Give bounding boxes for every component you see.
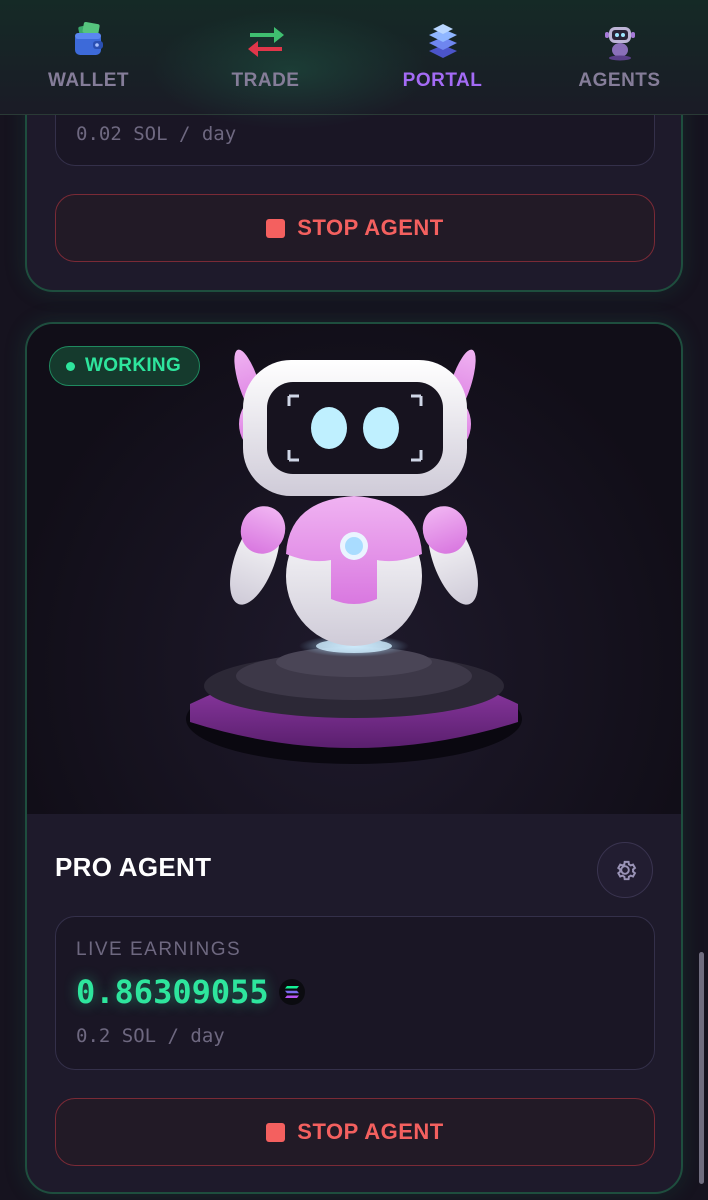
live-earnings-label: LIVE EARNINGS — [76, 939, 242, 960]
nav-tab-trade[interactable]: TRADE — [177, 0, 354, 114]
status-badge: WORKING — [49, 346, 201, 386]
scrollbar-thumb[interactable] — [699, 952, 704, 1184]
earnings-rate: 0.2 SOL / day — [76, 1025, 225, 1047]
nav-label-portal: PORTAL — [402, 70, 483, 91]
agent-hero-image: WORKING — [27, 324, 681, 814]
earnings-row: 0.86309055 — [76, 973, 305, 1011]
nav-tab-portal[interactable]: PORTAL — [354, 0, 531, 114]
agent-card-pro: WORKING PRO AGENT LIVE EARNINGS 0.863090… — [25, 322, 683, 1194]
nav-label-agents: AGENTS — [578, 70, 661, 91]
stop-agent-button[interactable]: STOP AGENT — [55, 194, 655, 262]
earnings-rate: 0.02 SOL / day — [76, 123, 237, 145]
stop-agent-label: STOP AGENT — [297, 215, 444, 240]
nav-tab-wallet[interactable]: WALLET — [0, 0, 177, 114]
stop-agent-button[interactable]: STOP AGENT — [55, 1098, 655, 1166]
agent-settings-button[interactable] — [597, 842, 653, 898]
stop-icon — [266, 1122, 286, 1142]
wallet-icon — [68, 20, 110, 62]
solana-icon — [278, 979, 305, 1005]
layers-icon — [422, 20, 464, 62]
stop-agent-label: STOP AGENT — [297, 1119, 444, 1144]
agent-name: PRO AGENT — [55, 852, 212, 882]
status-dot — [66, 361, 75, 371]
robot-icon — [599, 20, 641, 62]
live-earnings-box: LIVE EARNINGS 0.86309055 0.2 SOL / day — [55, 916, 655, 1070]
swap-arrows-icon — [245, 20, 287, 62]
nav-tab-agents[interactable]: AGENTS — [531, 0, 708, 114]
nav-label-wallet: WALLET — [47, 70, 130, 91]
robot-illustration — [186, 349, 522, 764]
stop-icon — [266, 218, 286, 238]
nav-label-trade: TRADE — [231, 70, 300, 91]
gear-icon — [617, 860, 637, 881]
status-label: WORKING — [85, 355, 182, 376]
earnings-value: 0.86309055 — [76, 973, 269, 1011]
top-navigation: WALLET TRADE PORTAL AGENTS — [0, 0, 708, 130]
